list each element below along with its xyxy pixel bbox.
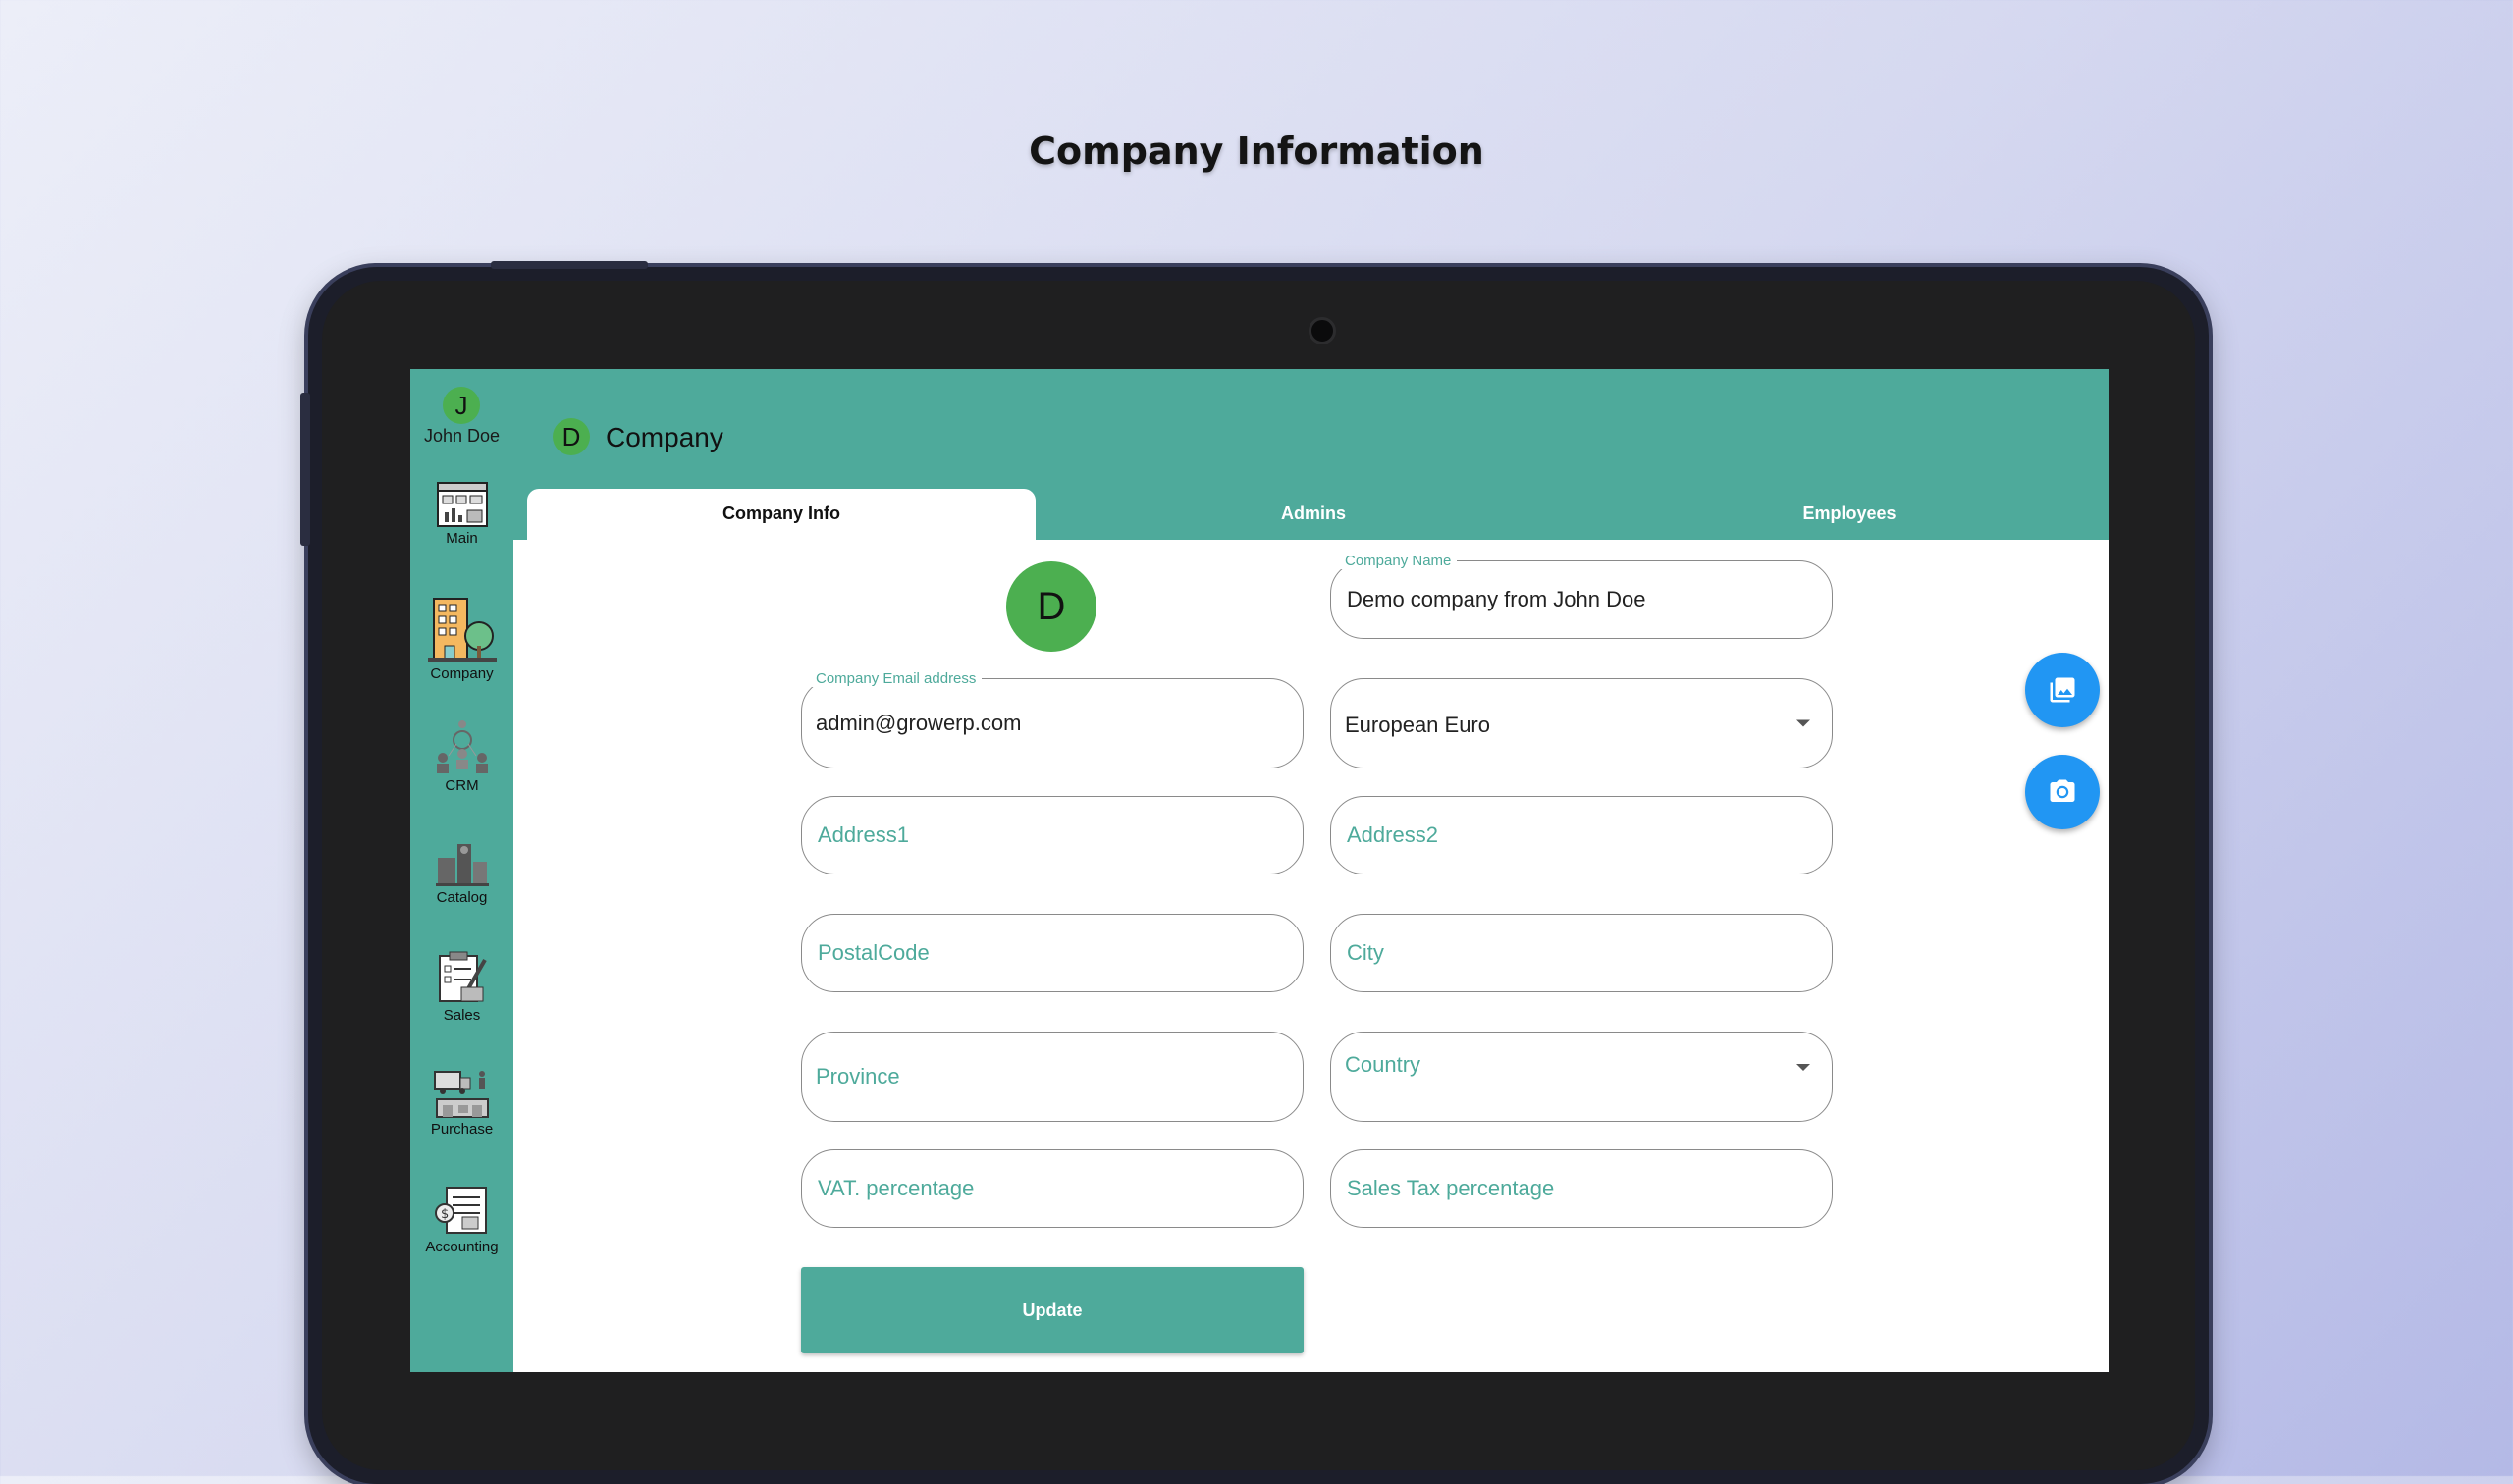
rail-item-crm[interactable]: CRM xyxy=(410,720,513,794)
people-network-icon xyxy=(436,720,488,773)
city-field[interactable]: City xyxy=(1330,914,1833,992)
page-headline: Company Information xyxy=(1029,130,1484,173)
app-title: Company xyxy=(606,422,723,452)
postal-code-placeholder: PostalCode xyxy=(818,940,930,965)
rail-label-crm: CRM xyxy=(445,777,479,794)
company-email-value: admin@growerp.com xyxy=(816,711,1022,735)
user-avatar[interactable]: J xyxy=(443,387,480,424)
sales-clipboard-icon xyxy=(438,951,487,1002)
company-logo-avatar[interactable]: D xyxy=(1006,561,1096,652)
province-field[interactable]: Province xyxy=(801,1032,1304,1122)
camera-button[interactable] xyxy=(2025,755,2100,829)
app-screen: J John Doe Main Company CRM Catalog Sale… xyxy=(410,369,2109,1372)
rail-item-company[interactable]: Company xyxy=(410,595,513,682)
chevron-down-icon xyxy=(1796,719,1810,727)
company-name-field[interactable]: Company Name Demo company from John Doe xyxy=(1330,553,1833,639)
front-camera xyxy=(1309,317,1336,344)
address1-placeholder: Address1 xyxy=(818,822,909,847)
address2-placeholder: Address2 xyxy=(1347,822,1438,847)
rail-item-purchase[interactable]: Purchase xyxy=(410,1068,513,1138)
province-placeholder: Province xyxy=(816,1064,900,1088)
chevron-down-icon xyxy=(1796,1064,1810,1071)
tablet-side-button xyxy=(300,393,310,546)
company-email-field[interactable]: Company Email address admin@growerp.com xyxy=(801,670,1304,768)
city-placeholder: City xyxy=(1347,940,1384,965)
products-icon xyxy=(435,844,489,886)
rail-label-company: Company xyxy=(430,665,494,682)
photo-library-icon xyxy=(2050,677,2075,703)
truck-warehouse-icon xyxy=(433,1071,489,1118)
rail-item-catalog[interactable]: Catalog xyxy=(410,838,513,906)
currency-select[interactable]: European Euro xyxy=(1330,678,1833,768)
rail-label-main: Main xyxy=(446,530,478,547)
company-name-value: Demo company from John Doe xyxy=(1347,587,1646,611)
company-email-label: Company Email address xyxy=(810,670,983,687)
company-avatar: D xyxy=(553,418,590,455)
tablet-top-button xyxy=(491,261,648,269)
sales-tax-field[interactable]: Sales Tax percentage xyxy=(1330,1149,1833,1228)
postal-code-field[interactable]: PostalCode xyxy=(801,914,1304,992)
svg-text:$: $ xyxy=(441,1207,449,1222)
address1-field[interactable]: Address1 xyxy=(801,796,1304,874)
country-select[interactable]: Country xyxy=(1330,1032,1833,1122)
navigation-rail: J John Doe Main Company CRM Catalog Sale… xyxy=(410,369,513,1372)
tab-admins[interactable]: Admins xyxy=(1058,489,1569,540)
company-name-label: Company Name xyxy=(1339,553,1458,569)
dashboard-icon xyxy=(436,482,488,527)
tab-company-info[interactable]: Company Info xyxy=(527,489,1036,542)
vat-percentage-field[interactable]: VAT. percentage xyxy=(801,1149,1304,1228)
vat-percentage-placeholder: VAT. percentage xyxy=(818,1176,975,1200)
building-icon xyxy=(427,598,497,662)
user-name: John Doe xyxy=(423,426,501,446)
rail-label-accounting: Accounting xyxy=(425,1239,499,1255)
camera-icon xyxy=(2050,779,2075,802)
country-placeholder: Country xyxy=(1345,1052,1421,1077)
rail-label-catalog: Catalog xyxy=(436,889,488,906)
rail-item-main[interactable]: Main xyxy=(410,481,513,547)
rail-item-accounting[interactable]: $ Accounting xyxy=(410,1184,513,1255)
update-button[interactable]: Update xyxy=(801,1267,1304,1353)
ledger-icon: $ xyxy=(434,1187,487,1234)
rail-item-sales[interactable]: Sales xyxy=(410,950,513,1024)
sales-tax-placeholder: Sales Tax percentage xyxy=(1347,1176,1555,1200)
rail-label-purchase: Purchase xyxy=(430,1121,494,1138)
tab-employees[interactable]: Employees xyxy=(1594,489,2105,540)
address2-field[interactable]: Address2 xyxy=(1330,796,1833,874)
gallery-button[interactable] xyxy=(2025,653,2100,727)
currency-value: European Euro xyxy=(1345,713,1490,737)
rail-label-sales: Sales xyxy=(443,1007,481,1024)
